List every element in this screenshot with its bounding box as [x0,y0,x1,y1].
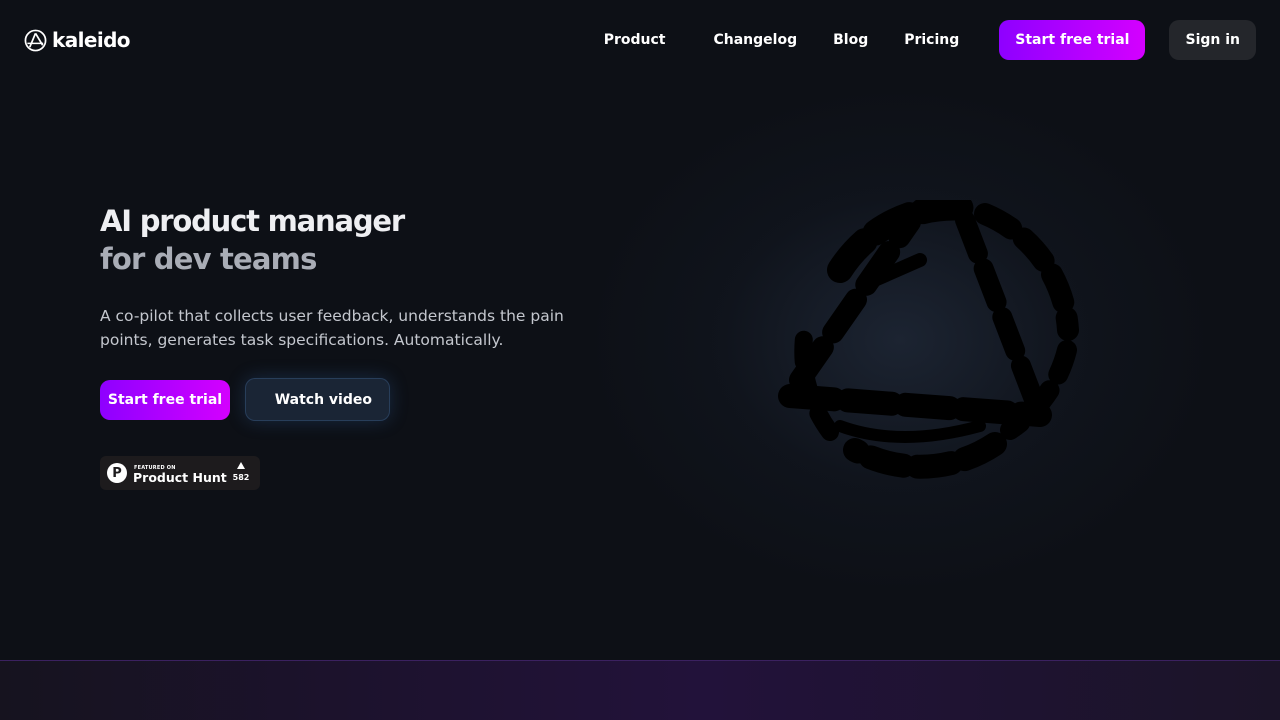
upvote-arrow-icon [237,462,245,469]
product-hunt-logo-letter: P [112,465,122,481]
nav-blog[interactable]: Blog [833,32,868,48]
hero-title: AI product manager [100,204,405,238]
start-free-trial-hero-button[interactable]: Start free trial [100,380,230,420]
kaleido-logo-icon [24,29,47,51]
kaleido-triangle-circle-icon [778,200,1079,479]
product-hunt-name: Product Hunt [133,470,227,485]
product-hunt-logo-icon: P [107,463,127,483]
site-header: kaleido Product Changelog Blog Pricing S… [0,0,1280,80]
brand-logo[interactable]: kaleido [24,28,131,52]
brand-name: kaleido [52,28,131,52]
nav-pricing[interactable]: Pricing [904,32,959,48]
hero-subtitle: for dev teams [100,242,317,276]
next-section-band [0,660,1280,720]
main-nav: Product Changelog Blog Pricing Start fre… [604,20,1256,60]
watch-video-label: Watch video [274,391,372,408]
landing-page: kaleido Product Changelog Blog Pricing S… [0,0,1280,720]
nav-product[interactable]: Product [604,32,666,48]
nav-changelog[interactable]: Changelog [713,32,797,48]
hero-description: A co-pilot that collects user feedback, … [100,307,564,349]
product-hunt-upvote-count: 582 [232,473,250,482]
sign-in-button[interactable]: Sign in [1169,20,1256,60]
start-free-trial-nav-button[interactable]: Start free trial [999,20,1146,60]
watch-video-button[interactable]: Watch video [245,378,390,421]
